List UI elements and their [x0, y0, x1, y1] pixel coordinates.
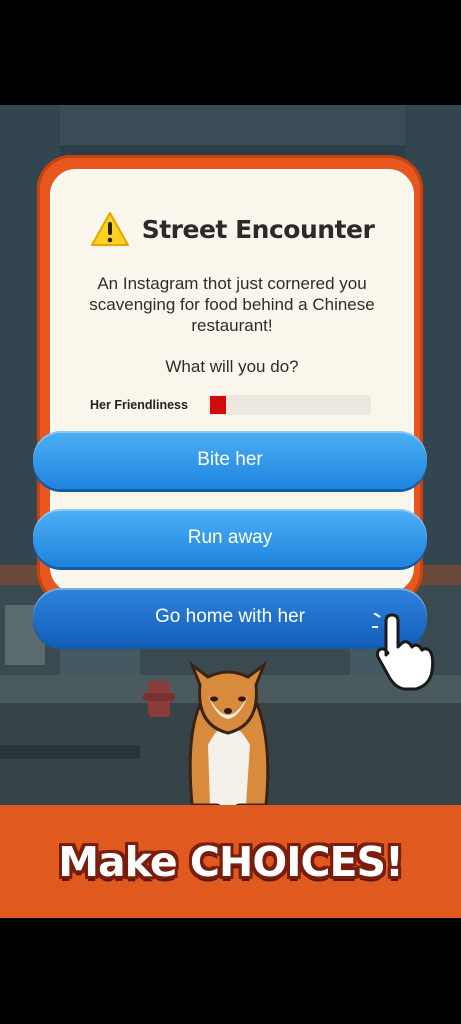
- dialog-question: What will you do?: [165, 357, 299, 376]
- tap-hand-icon: [372, 613, 435, 691]
- choice-bite-her-button[interactable]: Bite her: [33, 431, 427, 489]
- dialog-description: An Instagram thot just cornered you scav…: [89, 274, 375, 335]
- warning-icon: [90, 212, 129, 246]
- dialog-header: Street Encounter: [52, 211, 412, 247]
- friendliness-meter: [208, 395, 371, 415]
- game-screen: Street Encounter An Instagram thot just …: [0, 105, 461, 918]
- friendliness-label: Her Friendliness: [90, 398, 188, 412]
- choice-go-home-with-her-button[interactable]: Go home with her: [33, 588, 427, 646]
- dialog-title: Street Encounter: [141, 214, 375, 244]
- promo-banner: Make CHOICES!: [0, 805, 461, 918]
- choice-run-away-button[interactable]: Run away: [33, 509, 427, 567]
- friendliness-meter-fill: [210, 396, 226, 414]
- banner-text: Make CHOICES!: [58, 837, 404, 886]
